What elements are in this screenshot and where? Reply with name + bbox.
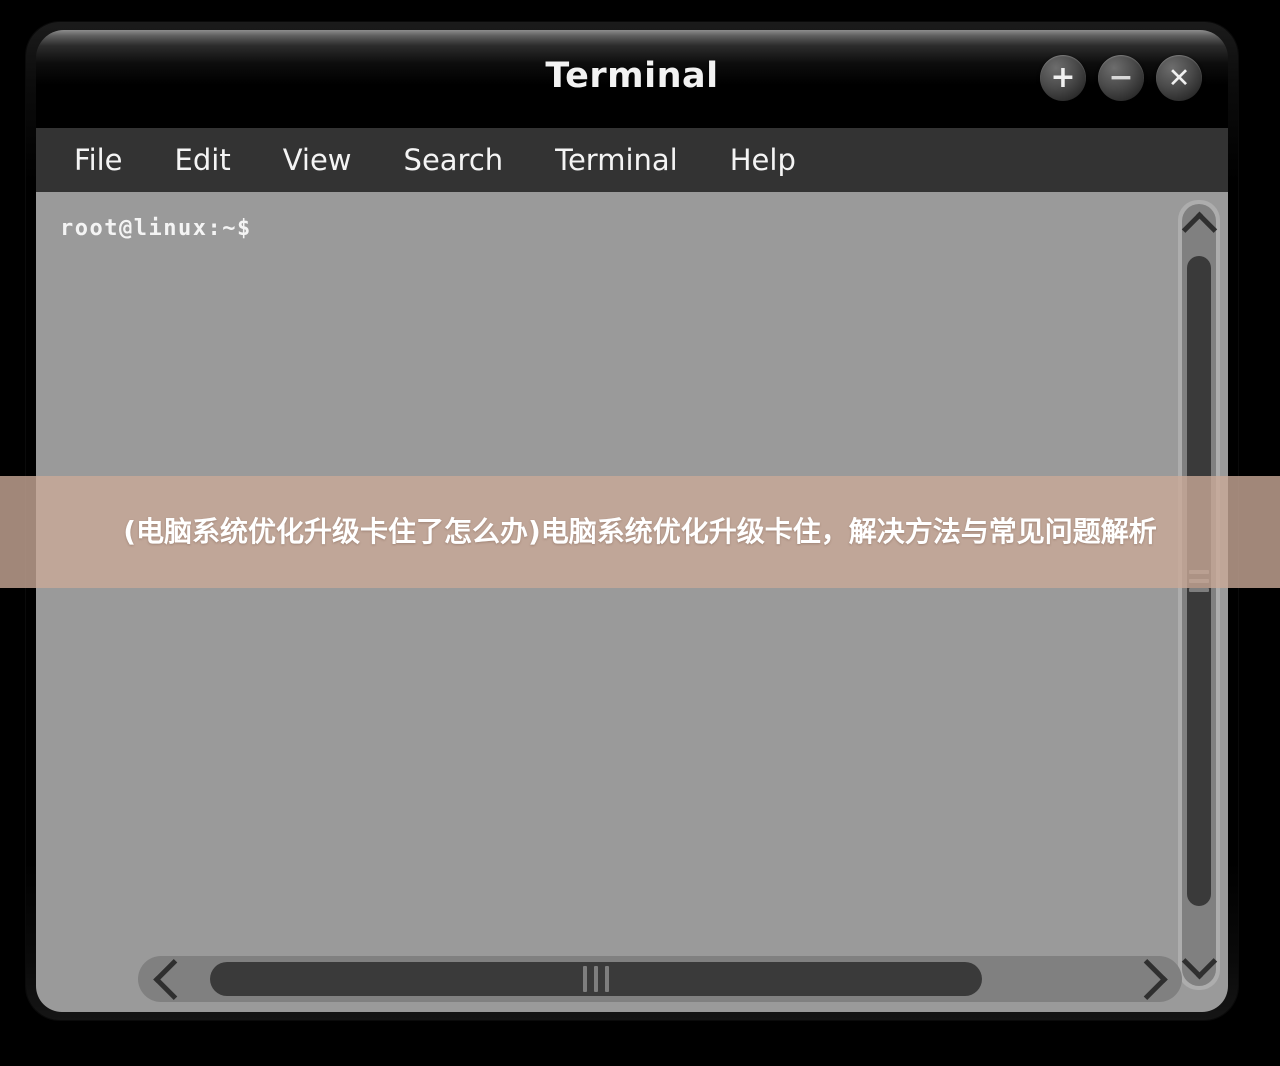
maximize-button[interactable]: + — [1040, 55, 1086, 101]
scroll-down-button[interactable] — [1181, 942, 1217, 986]
shell-prompt: root@linux:~$ — [60, 216, 252, 241]
chevron-right-icon — [1126, 958, 1168, 1000]
terminal-window: Terminal + − ✕ File Edit View Search Ter… — [26, 22, 1238, 1020]
menu-item-file[interactable]: File — [74, 143, 123, 177]
vertical-scrollbar-thumb[interactable] — [1187, 256, 1211, 906]
menu-bar: File Edit View Search Terminal Help — [36, 128, 1228, 192]
scroll-right-button[interactable] — [1120, 956, 1182, 1002]
plus-icon: + — [1050, 60, 1076, 95]
chevron-left-icon — [152, 958, 194, 1000]
vertical-scrollbar[interactable] — [1178, 200, 1220, 990]
chevron-down-icon — [1181, 943, 1217, 979]
minus-icon: − — [1108, 60, 1134, 95]
close-button[interactable]: ✕ — [1156, 55, 1202, 101]
desktop-background: Terminal + − ✕ File Edit View Search Ter… — [0, 0, 1280, 1066]
chevron-up-icon — [1181, 211, 1217, 247]
window-controls: + − ✕ — [1040, 55, 1202, 101]
close-icon: ✕ — [1167, 62, 1191, 94]
horizontal-scrollbar[interactable] — [138, 956, 1182, 1002]
menu-item-terminal[interactable]: Terminal — [555, 143, 678, 177]
minimize-button[interactable]: − — [1098, 55, 1144, 101]
menu-item-search[interactable]: Search — [404, 143, 504, 177]
menu-item-view[interactable]: View — [283, 143, 352, 177]
title-bar[interactable]: Terminal + − ✕ — [36, 30, 1228, 128]
menu-item-help[interactable]: Help — [730, 143, 796, 177]
scroll-left-button[interactable] — [138, 956, 200, 1002]
vertical-thumb-grip-icon — [1189, 565, 1209, 597]
terminal-output[interactable]: root@linux:~$ — [36, 192, 1180, 956]
horizontal-thumb-grip-icon — [583, 966, 609, 992]
terminal-content-area[interactable]: root@linux:~$ — [36, 192, 1228, 1012]
menu-item-edit[interactable]: Edit — [175, 143, 231, 177]
scroll-up-button[interactable] — [1181, 204, 1217, 248]
horizontal-scrollbar-thumb[interactable] — [210, 962, 982, 996]
vertical-scrollbar-track[interactable] — [1181, 204, 1217, 986]
